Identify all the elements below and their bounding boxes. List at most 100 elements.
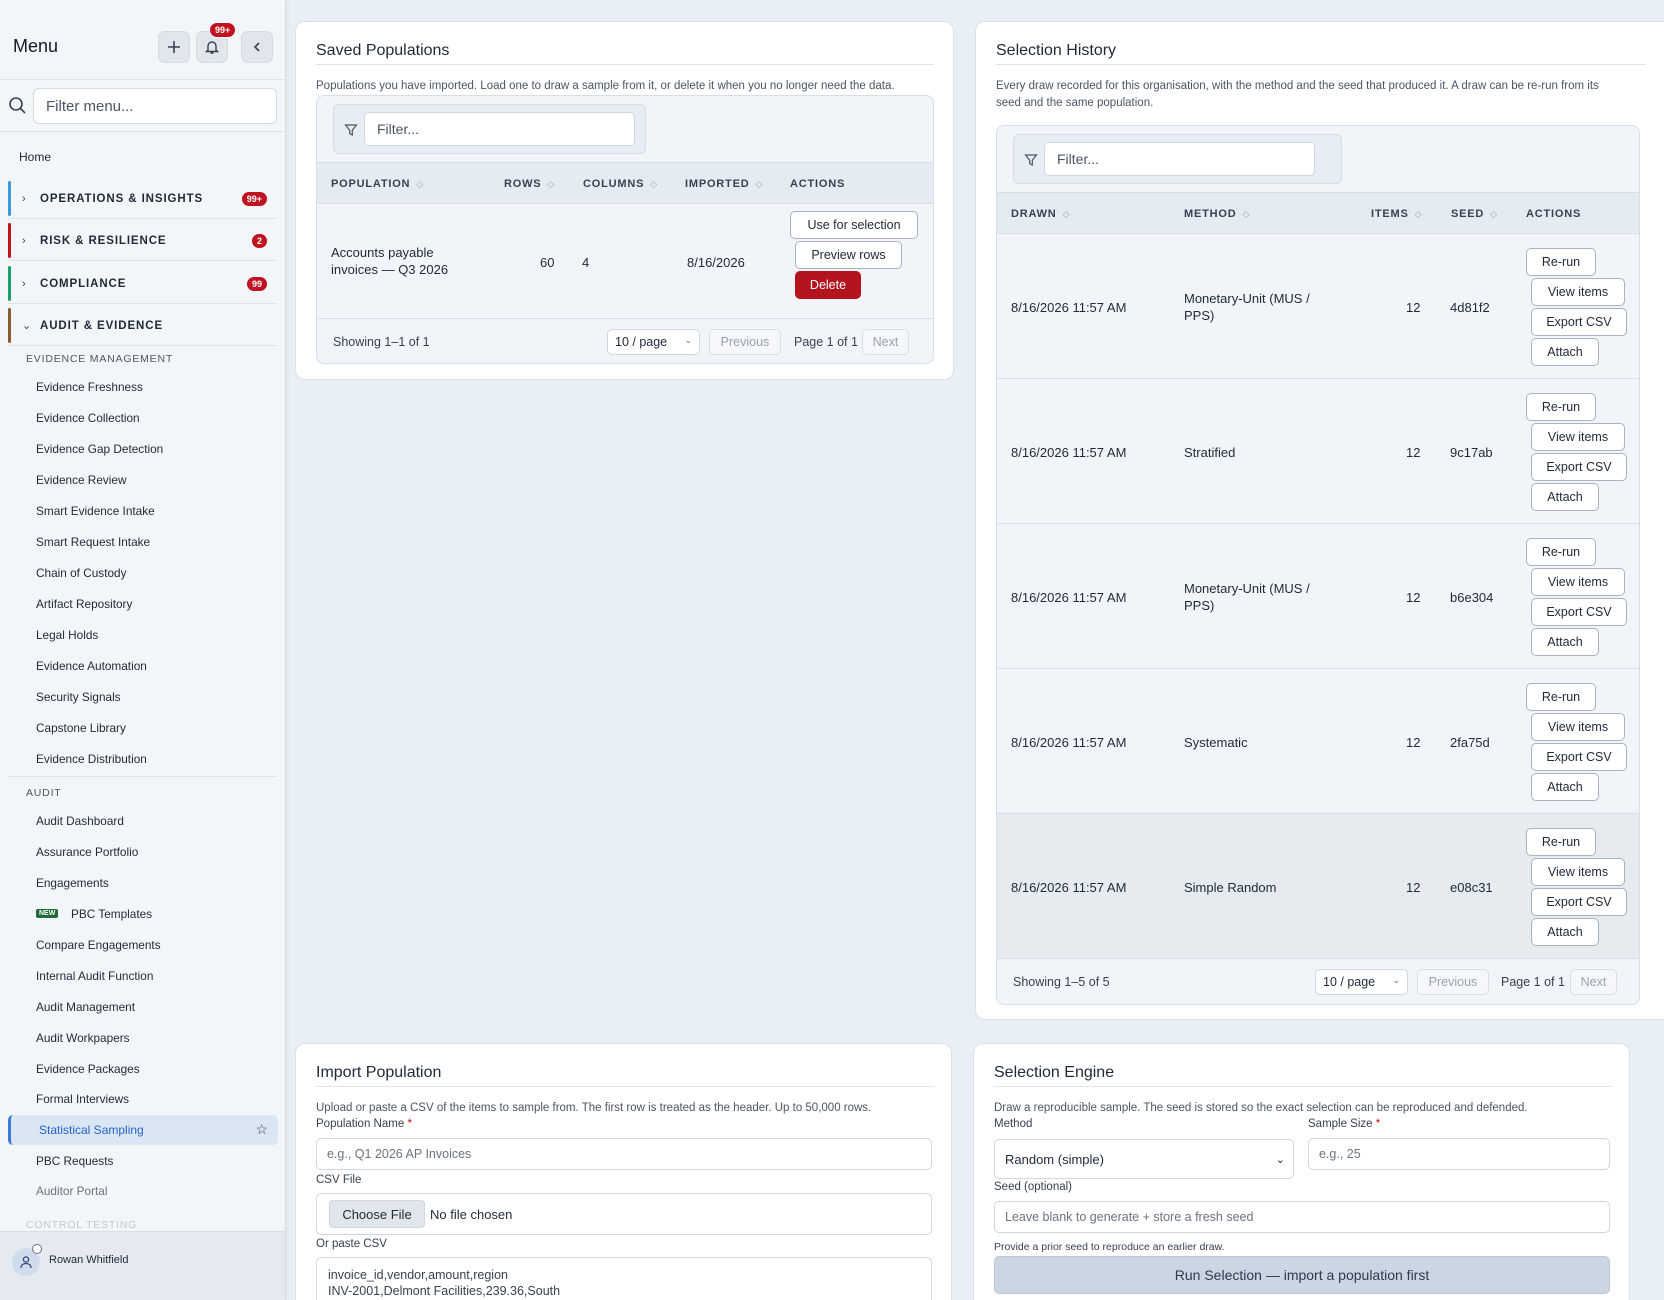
title-divider	[994, 1086, 1612, 1087]
per-page-select[interactable]: 10 / page ⌄	[1315, 969, 1408, 995]
menu-filter-input[interactable]	[33, 88, 277, 124]
previous-button[interactable]: Previous	[1417, 969, 1489, 995]
nav-item-evidence-freshness[interactable]: Evidence Freshness	[36, 380, 143, 394]
filter-input[interactable]	[364, 112, 635, 146]
filter-input[interactable]	[1044, 142, 1315, 176]
table-row: 8/16/2026 11:57 AM Systematic 12 2fa75d …	[997, 669, 1639, 814]
rerun-button[interactable]: Re-run	[1526, 683, 1596, 711]
nav-item-engagements[interactable]: Engagements	[36, 876, 109, 890]
per-page-select[interactable]: 10 / page ⌄	[607, 329, 700, 355]
next-button[interactable]: Next	[862, 329, 909, 355]
run-selection-button[interactable]: Run Selection — import a population firs…	[994, 1256, 1610, 1294]
view-items-button[interactable]: View items	[1531, 713, 1625, 741]
nav-item-evidence-packages[interactable]: Evidence Packages	[36, 1062, 140, 1076]
card-description: Populations you have imported. Load one …	[316, 80, 895, 92]
col-seed[interactable]: SEED ◇	[1451, 208, 1498, 220]
attach-button[interactable]: Attach	[1531, 338, 1599, 366]
col-rows[interactable]: ROWS ◇	[504, 178, 555, 190]
col-population[interactable]: POPULATION ◇	[331, 178, 424, 190]
cell-method: Systematic	[1184, 734, 1248, 751]
view-items-button[interactable]: View items	[1531, 278, 1625, 306]
rerun-button[interactable]: Re-run	[1526, 248, 1596, 276]
seed-label: Seed (optional)	[994, 1181, 1072, 1193]
nav-item-compare-engagements[interactable]: Compare Engagements	[36, 938, 161, 952]
col-columns[interactable]: COLUMNS ◇	[583, 178, 658, 190]
nav-group-audit-evidence[interactable]: ⌄ AUDIT & EVIDENCE	[8, 306, 277, 346]
card-description: Upload or paste a CSV of the items to sa…	[316, 1102, 872, 1114]
view-items-button[interactable]: View items	[1531, 858, 1625, 886]
csv-file-input[interactable]: Choose File No file chosen	[316, 1193, 932, 1235]
export-csv-button[interactable]: Export CSV	[1531, 888, 1627, 916]
view-items-button[interactable]: View items	[1531, 423, 1625, 451]
cell-method: Simple Random	[1184, 879, 1277, 896]
sort-icon: ◇	[1414, 209, 1423, 219]
nav-item-evidence-review[interactable]: Evidence Review	[36, 473, 127, 487]
sample-size-input[interactable]	[1308, 1138, 1610, 1170]
nav-home[interactable]: Home	[19, 150, 51, 164]
attach-button[interactable]: Attach	[1531, 773, 1599, 801]
delete-button[interactable]: Delete	[795, 271, 861, 299]
user-name: Rowan Whitfield	[49, 1254, 129, 1266]
nav-group-compliance[interactable]: › COMPLIANCE 99	[8, 264, 277, 304]
nav-item-formal-interviews[interactable]: Formal Interviews	[36, 1092, 129, 1106]
pager-page-info: Page 1 of 1	[1501, 975, 1565, 989]
nav-item-audit-workpapers[interactable]: Audit Workpapers	[36, 1031, 130, 1045]
col-method[interactable]: METHOD ◇	[1184, 208, 1250, 220]
col-imported[interactable]: IMPORTED ◇	[685, 178, 763, 190]
nav-item-evidence-automation[interactable]: Evidence Automation	[36, 659, 147, 673]
rerun-button[interactable]: Re-run	[1526, 828, 1596, 856]
population-name-input[interactable]	[316, 1138, 932, 1170]
nav-item-evidence-distribution[interactable]: Evidence Distribution	[36, 752, 147, 766]
section-heading-evidence: EVIDENCE MANAGEMENT	[26, 353, 174, 365]
method-line1: Stratified	[1184, 445, 1236, 460]
rerun-button[interactable]: Re-run	[1526, 393, 1596, 421]
nav-item-auditor-portal[interactable]: Auditor Portal	[36, 1184, 107, 1198]
nav-item-pbc-requests[interactable]: PBC Requests	[36, 1154, 113, 1168]
nav-item-internal-audit-function[interactable]: Internal Audit Function	[36, 969, 153, 983]
nav-item-evidence-gap-detection[interactable]: Evidence Gap Detection	[36, 442, 163, 456]
nav-item-security-signals[interactable]: Security Signals	[36, 690, 121, 704]
use-for-selection-button[interactable]: Use for selection	[790, 211, 918, 239]
nav-item-pbc-templates[interactable]: PBC Templates	[71, 907, 152, 921]
nav-item-capstone-library[interactable]: Capstone Library	[36, 721, 126, 735]
rerun-button[interactable]: Re-run	[1526, 538, 1596, 566]
title-divider	[316, 64, 934, 65]
preview-rows-button[interactable]: Preview rows	[795, 241, 902, 269]
nav-group-risk[interactable]: › RISK & RESILIENCE 2	[8, 221, 277, 261]
view-items-button[interactable]: View items	[1531, 568, 1625, 596]
nav-item-smart-request-intake[interactable]: Smart Request Intake	[36, 535, 150, 549]
nav-item-legal-holds[interactable]: Legal Holds	[36, 628, 98, 642]
nav-item-audit-dashboard[interactable]: Audit Dashboard	[36, 814, 124, 828]
paste-csv-textarea[interactable]: invoice_id,vendor,amount,region INV-2001…	[316, 1257, 932, 1300]
attach-button[interactable]: Attach	[1531, 628, 1599, 656]
method-select[interactable]: Random (simple) ⌄	[994, 1139, 1294, 1179]
nav-item-audit-management[interactable]: Audit Management	[36, 1000, 135, 1014]
attach-button[interactable]: Attach	[1531, 918, 1599, 946]
nav-item-chain-of-custody[interactable]: Chain of Custody	[36, 566, 127, 580]
user-footer[interactable]: Rowan Whitfield	[0, 1231, 285, 1300]
pager-showing: Showing 1–5 of 5	[1013, 975, 1110, 989]
star-icon[interactable]: ☆	[255, 1121, 268, 1138]
export-csv-button[interactable]: Export CSV	[1531, 308, 1627, 336]
nav-group-operations[interactable]: › OPERATIONS & INSIGHTS 99+	[8, 179, 277, 219]
seed-input[interactable]	[994, 1201, 1610, 1233]
nav-item-evidence-collection[interactable]: Evidence Collection	[36, 411, 140, 425]
previous-button[interactable]: Previous	[709, 329, 781, 355]
nav-item-smart-evidence-intake[interactable]: Smart Evidence Intake	[36, 504, 155, 518]
collapse-sidebar-button[interactable]	[241, 31, 273, 63]
choose-file-button[interactable]: Choose File	[329, 1200, 425, 1228]
add-button[interactable]	[158, 31, 190, 63]
col-items[interactable]: ITEMS ◇	[1371, 208, 1422, 220]
export-csv-button[interactable]: Export CSV	[1531, 598, 1627, 626]
nav-item-statistical-sampling[interactable]: Statistical Sampling ☆	[8, 1115, 278, 1145]
export-csv-button[interactable]: Export CSV	[1531, 453, 1627, 481]
attach-button[interactable]: Attach	[1531, 483, 1599, 511]
card-title: Import Population	[316, 1064, 442, 1081]
next-button[interactable]: Next	[1570, 969, 1617, 995]
col-drawn[interactable]: DRAWN ◇	[1011, 208, 1070, 220]
nav-item-assurance-portfolio[interactable]: Assurance Portfolio	[36, 845, 138, 859]
nav-item-artifact-repository[interactable]: Artifact Repository	[36, 597, 132, 611]
export-csv-button[interactable]: Export CSV	[1531, 743, 1627, 771]
group-color-bar	[8, 266, 11, 301]
card-description: Every draw recorded for this organisatio…	[996, 78, 1656, 112]
